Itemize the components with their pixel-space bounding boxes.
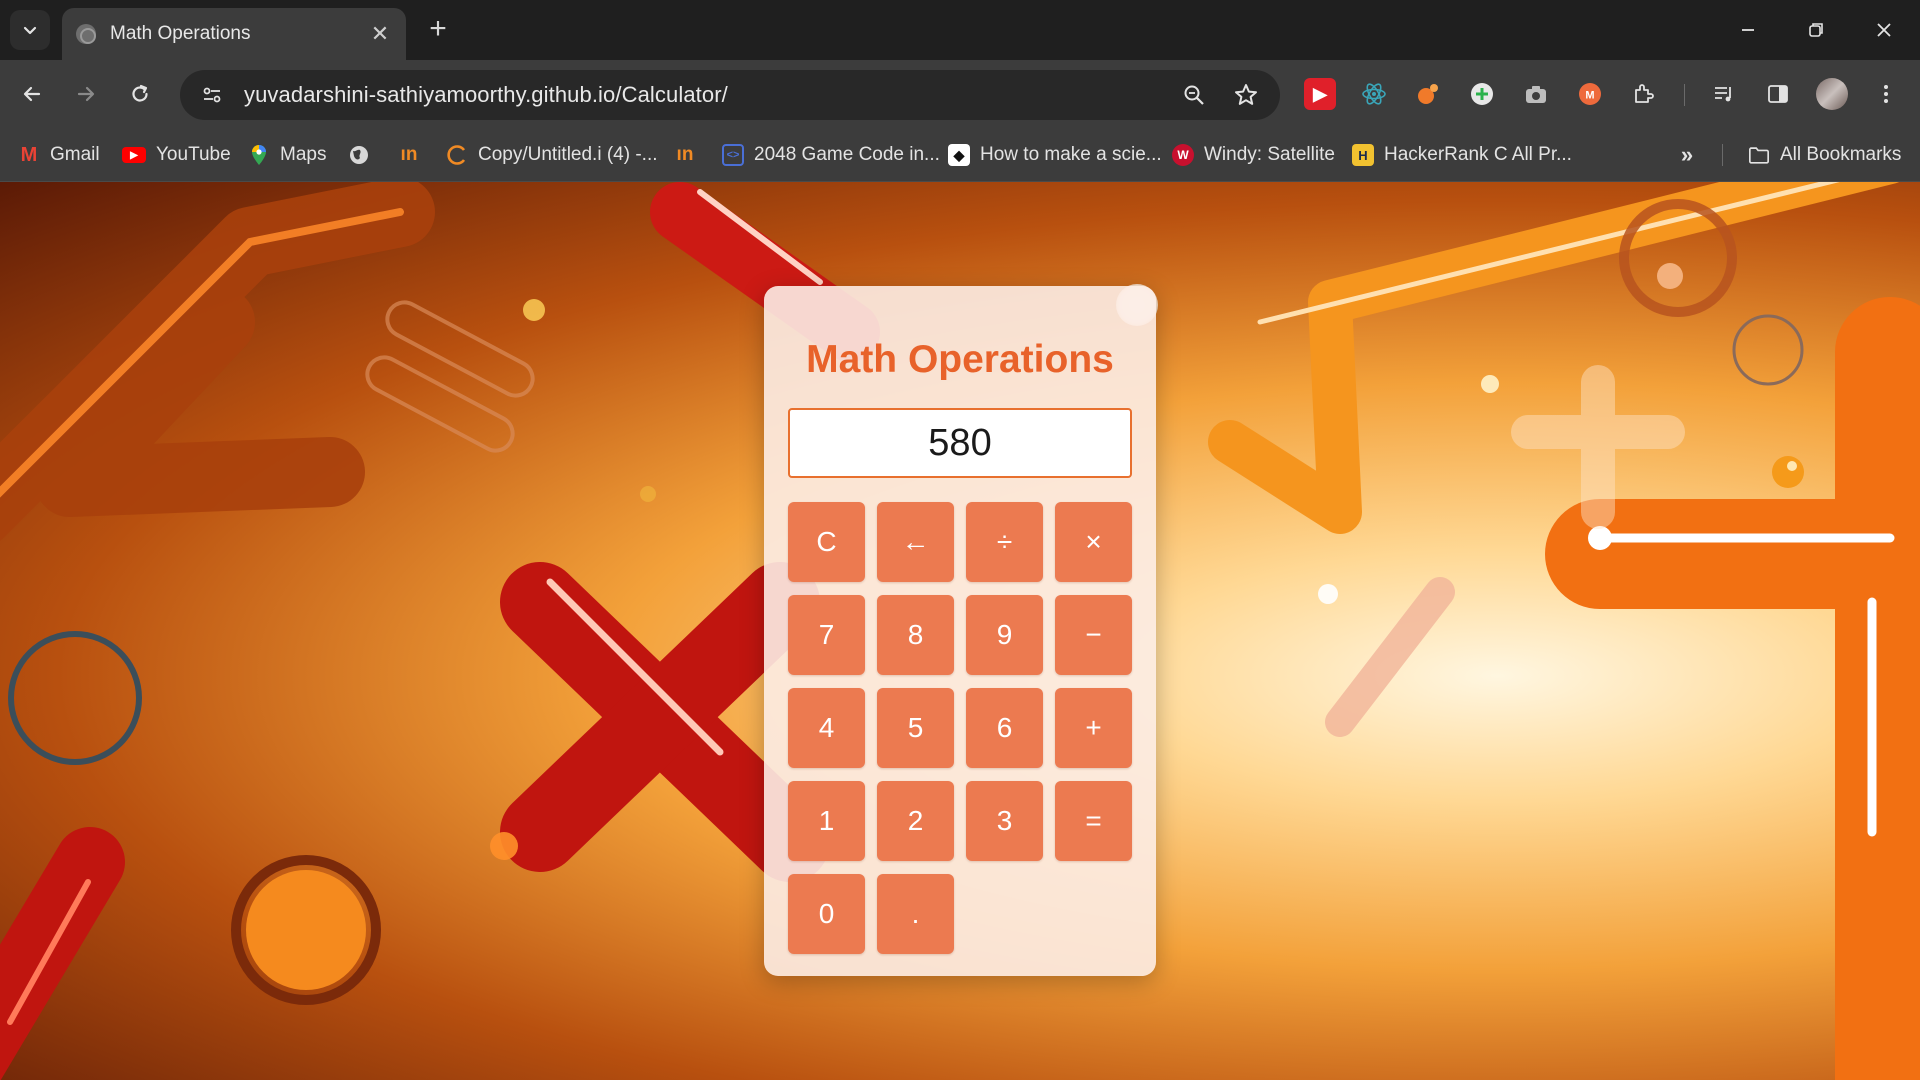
bookmark-in-2[interactable]: ın <box>674 140 696 170</box>
arrow-left-icon <box>23 86 41 102</box>
profile-avatar[interactable] <box>1816 78 1848 110</box>
tab-search-button[interactable] <box>10 10 50 50</box>
bookmark-2048[interactable]: <> 2048 Game Code in... <box>722 140 940 170</box>
more-menu-icon[interactable] <box>1870 78 1902 110</box>
close-icon <box>1877 23 1891 37</box>
camera-extension-icon[interactable] <box>1520 78 1552 110</box>
add-extension-icon[interactable] <box>1466 78 1498 110</box>
bookmark-label: Gmail <box>50 144 100 165</box>
media-control-icon[interactable] <box>1708 78 1740 110</box>
bookmark-gmail[interactable]: M Gmail <box>18 140 100 170</box>
digit-3-button[interactable]: 3 <box>966 781 1043 861</box>
windy-icon: W <box>1172 144 1194 166</box>
browser-toolbar: yuvadarshini-sathiyamoorthy.github.io/Ca… <box>0 60 1920 128</box>
tab-title: Math Operations <box>110 23 251 44</box>
digit-7-button[interactable]: 7 <box>788 595 865 675</box>
calculator-display[interactable]: 580 <box>788 408 1132 478</box>
side-panel-icon[interactable] <box>1762 78 1794 110</box>
bookmark-in[interactable]: ın <box>398 140 420 170</box>
back-button[interactable] <box>12 74 52 114</box>
minimize-icon <box>1742 29 1754 31</box>
digit-9-button[interactable]: 9 <box>966 595 1043 675</box>
digit-8-button[interactable]: 8 <box>877 595 954 675</box>
url-text: yuvadarshini-sathiyamoorthy.github.io/Ca… <box>244 82 728 107</box>
all-bookmarks-label: All Bookmarks <box>1780 144 1902 165</box>
chevron-down-icon <box>23 26 37 35</box>
more-bookmarks-button[interactable]: » <box>1676 140 1698 170</box>
bookmarks-divider <box>1722 144 1723 166</box>
restore-button[interactable] <box>1796 12 1836 48</box>
all-bookmarks-button[interactable]: All Bookmarks <box>1748 140 1901 170</box>
gmail-icon: M <box>20 143 38 166</box>
bookmark-how-to-make[interactable]: ◆ How to make a scie... <box>948 140 1162 170</box>
bookmark-label: How to make a scie... <box>980 144 1162 165</box>
calculator-keypad: C ← ÷ × 7 8 9 − 4 5 6 + 1 2 3 = 0 . <box>788 502 1132 954</box>
mi-extension-icon[interactable]: M <box>1574 78 1606 110</box>
minimize-button[interactable] <box>1728 12 1768 48</box>
forward-button[interactable] <box>66 74 106 114</box>
bookmark-windy[interactable]: W Windy: Satellite <box>1172 140 1335 170</box>
active-tab[interactable]: Math Operations ✕ <box>62 8 406 60</box>
bookmark-label: HackerRank C All Pr... <box>1384 144 1572 165</box>
divide-button[interactable]: ÷ <box>966 502 1043 582</box>
zoom-icon[interactable] <box>1178 79 1210 111</box>
bookmark-label: 2048 Game Code in... <box>754 144 940 165</box>
digit-0-button[interactable]: 0 <box>788 874 865 954</box>
bookmark-copy-untitled[interactable]: Copy/Untitled.i (4) -... <box>446 140 658 170</box>
add-button[interactable]: + <box>1055 688 1132 768</box>
site-info-icon[interactable] <box>198 81 226 109</box>
react-extension-icon[interactable] <box>1358 78 1390 110</box>
decimal-point-button[interactable]: . <box>877 874 954 954</box>
globe-icon <box>348 144 370 166</box>
video-extension-icon[interactable]: ▶ <box>1304 78 1336 110</box>
bookmark-globe[interactable] <box>348 140 370 170</box>
toolbar-divider <box>1684 84 1685 106</box>
extensions-puzzle-icon[interactable] <box>1628 78 1660 110</box>
close-window-button[interactable] <box>1864 12 1904 48</box>
digit-1-button[interactable]: 1 <box>788 781 865 861</box>
bookmark-label: Copy/Untitled.i (4) -... <box>478 144 658 165</box>
bookmark-maps[interactable]: Maps <box>248 140 326 170</box>
calculator-title: Math Operations <box>806 338 1114 381</box>
clear-button[interactable]: C <box>788 502 865 582</box>
close-tab-icon[interactable]: ✕ <box>368 21 392 47</box>
double-chevron-icon: » <box>1680 142 1694 167</box>
in-icon: ın <box>676 144 694 165</box>
digit-5-button[interactable]: 5 <box>877 688 954 768</box>
equals-button[interactable]: = <box>1055 781 1132 861</box>
folder-icon <box>1748 144 1770 166</box>
bookmark-label: YouTube <box>156 144 231 165</box>
tab-strip: Math Operations ✕ + <box>0 0 1920 60</box>
digit-2-button[interactable]: 2 <box>877 781 954 861</box>
bookmark-star-icon[interactable] <box>1230 79 1262 111</box>
bookmark-youtube[interactable]: ▶ YouTube <box>122 140 231 170</box>
scie-icon: ◆ <box>948 144 970 166</box>
bookmark-label: Maps <box>280 144 327 165</box>
youtube-icon: ▶ <box>122 147 146 163</box>
subtract-button[interactable]: − <box>1055 595 1132 675</box>
globe-icon <box>76 24 96 44</box>
svg-text:M: M <box>1585 90 1594 102</box>
bookmark-label: Windy: Satellite <box>1204 144 1335 165</box>
bookmark-hackerrank[interactable]: H HackerRank C All Pr... <box>1352 140 1572 170</box>
reload-icon <box>132 84 148 102</box>
digit-4-button[interactable]: 4 <box>788 688 865 768</box>
code-icon: <> <box>722 144 744 166</box>
bookmarks-bar: M Gmail ▶ YouTube Maps ın Copy/Untitled.… <box>0 128 1920 182</box>
in-icon: ın <box>400 144 418 165</box>
address-bar[interactable]: yuvadarshini-sathiyamoorthy.github.io/Ca… <box>180 70 1280 120</box>
copy-icon <box>446 144 468 166</box>
rocket-extension-icon[interactable] <box>1412 78 1444 110</box>
backspace-button[interactable]: ← <box>877 502 954 582</box>
maps-icon <box>248 144 270 166</box>
new-tab-button[interactable]: + <box>420 12 456 48</box>
digit-6-button[interactable]: 6 <box>966 688 1043 768</box>
reload-button[interactable] <box>120 74 160 114</box>
arrow-right-icon <box>77 86 95 102</box>
hackerrank-icon: H <box>1352 144 1374 166</box>
page-content: Math Operations 580 C ← ÷ × 7 8 9 − 4 5 … <box>0 182 1920 1080</box>
calculator-panel: Math Operations 580 C ← ÷ × 7 8 9 − 4 5 … <box>764 286 1156 976</box>
restore-icon <box>1809 23 1823 37</box>
multiply-button[interactable]: × <box>1055 502 1132 582</box>
